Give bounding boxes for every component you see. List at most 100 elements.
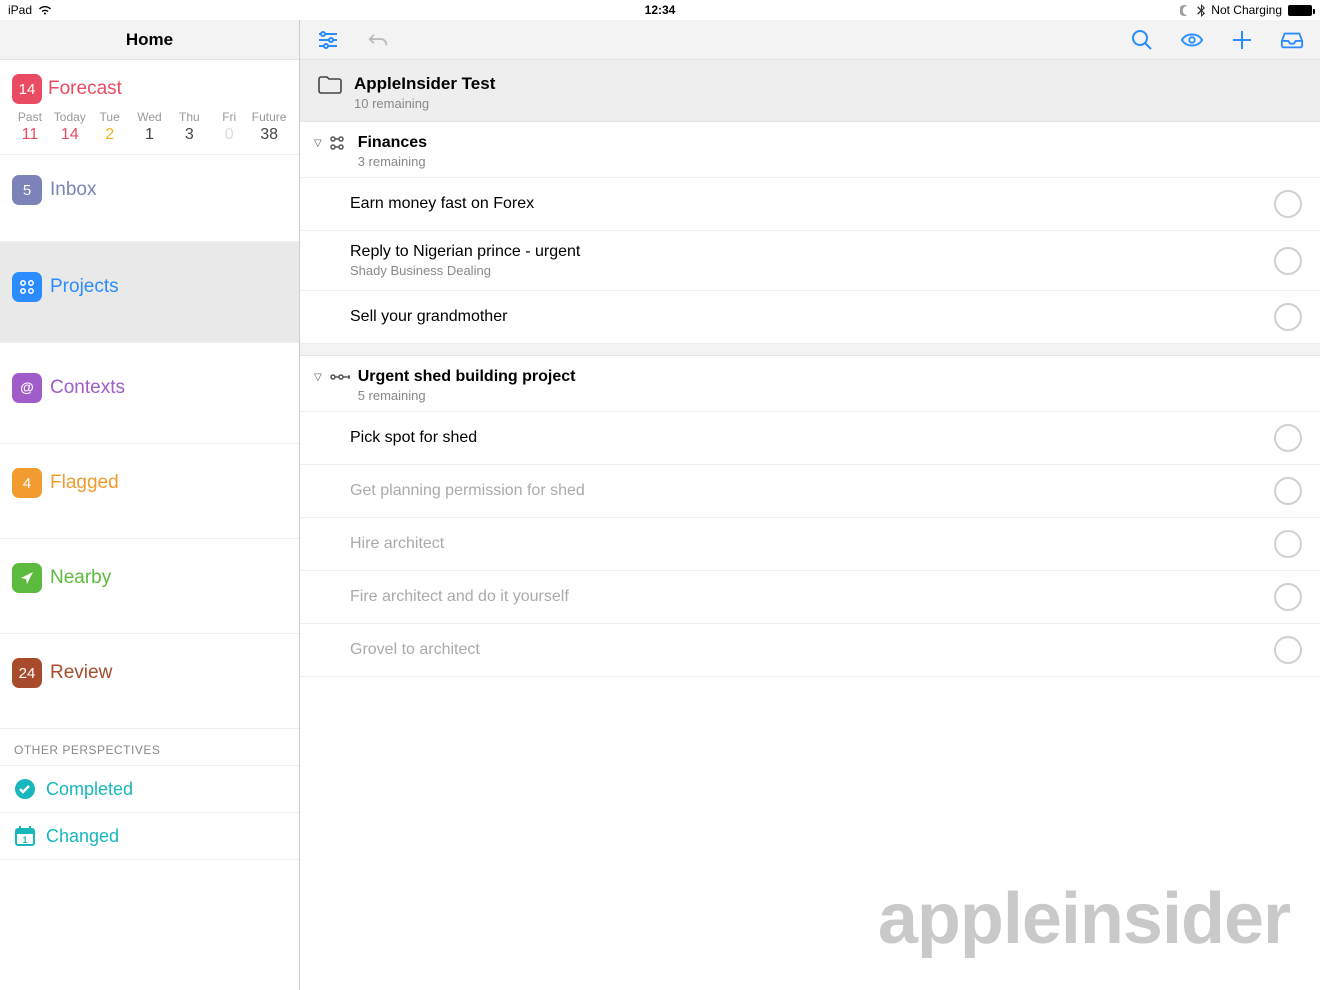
sidebar-item-inbox[interactable]: 5 Inbox (0, 155, 299, 242)
group-title: Urgent shed building project (358, 368, 576, 386)
bluetooth-icon (1197, 4, 1205, 17)
wifi-icon (38, 5, 52, 15)
forecast-day: Future (249, 110, 289, 124)
nearby-icon (12, 563, 42, 593)
sidebar-item-flagged[interactable]: 4 Flagged (0, 444, 299, 539)
review-badge: 24 (12, 658, 42, 688)
inbox-tray-button[interactable] (1280, 28, 1304, 52)
app-frame: Home 14 Forecast Past Today Tue Wed Thu … (0, 20, 1320, 990)
task-checkbox[interactable] (1274, 303, 1302, 331)
project-group: ▽ Finances 3 remaining Earn money fast o… (300, 122, 1320, 344)
disclosure-triangle-icon[interactable]: ▽ (314, 138, 322, 149)
changed-label: Changed (46, 826, 119, 847)
svg-text:@: @ (20, 379, 34, 395)
task-row[interactable]: Sell your grandmother (300, 290, 1320, 343)
task-title: Fire architect and do it yourself (350, 588, 1274, 606)
task-title: Reply to Nigerian prince - urgent (350, 243, 1262, 261)
sidebar-item-contexts[interactable]: @ Contexts (0, 343, 299, 444)
charging-label: Not Charging (1211, 3, 1282, 17)
sidebar-forecast[interactable]: 14 Forecast Past Today Tue Wed Thu Fri F… (0, 60, 299, 155)
sidebar-item-review[interactable]: 24 Review (0, 634, 299, 729)
flagged-badge: 4 (12, 468, 42, 498)
group-header-shed[interactable]: ▽ Urgent shed building project 5 remaini… (300, 356, 1320, 411)
watermark-text: appleinsider (878, 878, 1290, 960)
toolbar (300, 20, 1320, 60)
task-checkbox[interactable] (1274, 477, 1302, 505)
task-row[interactable]: Earn money fast on Forex (300, 177, 1320, 230)
moon-icon (1180, 5, 1191, 16)
forecast-count[interactable]: 14 (50, 126, 90, 144)
task-row[interactable]: Grovel to architect (300, 623, 1320, 676)
group-separator (300, 344, 1320, 356)
undo-button[interactable] (366, 28, 390, 52)
forecast-count[interactable]: 0 (209, 126, 249, 144)
forecast-count[interactable]: 1 (130, 126, 170, 144)
group-remaining: 5 remaining (358, 388, 576, 403)
task-title: Sell your grandmother (350, 308, 1274, 326)
forecast-count[interactable]: 3 (169, 126, 209, 144)
contexts-icon: @ (12, 373, 42, 403)
task-checkbox[interactable] (1274, 247, 1302, 275)
task-row[interactable]: Fire architect and do it yourself (300, 570, 1320, 623)
nearby-label: Nearby (50, 567, 111, 589)
forecast-day: Tue (90, 110, 130, 124)
review-label: Review (50, 662, 112, 684)
task-row[interactable]: Pick spot for shed (300, 411, 1320, 464)
disclosure-triangle-icon[interactable]: ▽ (314, 372, 322, 383)
forecast-day: Fri (209, 110, 249, 124)
task-row[interactable]: Get planning permission for shed (300, 464, 1320, 517)
forecast-badge: 14 (12, 74, 42, 104)
task-title: Earn money fast on Forex (350, 195, 1274, 213)
task-title: Get planning permission for shed (350, 482, 1274, 500)
task-title: Pick spot for shed (350, 429, 1274, 447)
task-context: Shady Business Dealing (350, 263, 1262, 278)
task-row[interactable]: Hire architect (300, 517, 1320, 570)
task-checkbox[interactable] (1274, 424, 1302, 452)
project-title: AppleInsider Test (354, 74, 495, 94)
forecast-day: Wed (130, 110, 170, 124)
sequential-icon (330, 370, 350, 384)
forecast-day: Today (50, 110, 90, 124)
sidebar-body[interactable]: 14 Forecast Past Today Tue Wed Thu Fri F… (0, 60, 299, 990)
check-circle-icon (14, 778, 36, 800)
flagged-label: Flagged (50, 472, 119, 494)
forecast-day: Thu (169, 110, 209, 124)
sidebar: Home 14 Forecast Past Today Tue Wed Thu … (0, 20, 300, 990)
search-button[interactable] (1130, 28, 1154, 52)
filter-button[interactable] (316, 28, 340, 52)
task-checkbox[interactable] (1274, 190, 1302, 218)
project-header[interactable]: AppleInsider Test 10 remaining (300, 60, 1320, 122)
forecast-count[interactable]: 11 (10, 126, 50, 144)
calendar-icon: 1 (14, 825, 36, 847)
parallel-icon (330, 136, 350, 150)
inbox-badge: 5 (12, 175, 42, 205)
forecast-count[interactable]: 38 (249, 126, 289, 144)
task-checkbox[interactable] (1274, 583, 1302, 611)
sidebar-item-projects[interactable]: Projects (0, 242, 299, 343)
status-bar: iPad 12:34 Not Charging (0, 0, 1320, 20)
clock: 12:34 (645, 3, 676, 17)
perspective-completed[interactable]: Completed (0, 766, 299, 813)
folder-icon (318, 76, 342, 94)
battery-icon (1288, 5, 1312, 16)
contexts-label: Contexts (50, 377, 125, 399)
forecast-count[interactable]: 2 (90, 126, 130, 144)
perspective-changed[interactable]: 1 Changed (0, 813, 299, 860)
task-checkbox[interactable] (1274, 636, 1302, 664)
completed-label: Completed (46, 779, 133, 800)
group-header-finances[interactable]: ▽ Finances 3 remaining (300, 122, 1320, 177)
forecast-label: Forecast (48, 78, 122, 100)
task-checkbox[interactable] (1274, 530, 1302, 558)
add-button[interactable] (1230, 28, 1254, 52)
svg-text:1: 1 (22, 835, 27, 845)
sidebar-title: Home (0, 20, 299, 60)
task-title: Grovel to architect (350, 641, 1274, 659)
projects-label: Projects (50, 276, 119, 298)
view-button[interactable] (1180, 28, 1204, 52)
sidebar-item-nearby[interactable]: Nearby (0, 539, 299, 634)
project-group: ▽ Urgent shed building project 5 remaini… (300, 356, 1320, 677)
other-perspectives-header: OTHER PERSPECTIVES (0, 729, 299, 766)
task-row[interactable]: Reply to Nigerian prince - urgent Shady … (300, 230, 1320, 290)
task-title: Hire architect (350, 535, 1274, 553)
projects-icon (12, 272, 42, 302)
